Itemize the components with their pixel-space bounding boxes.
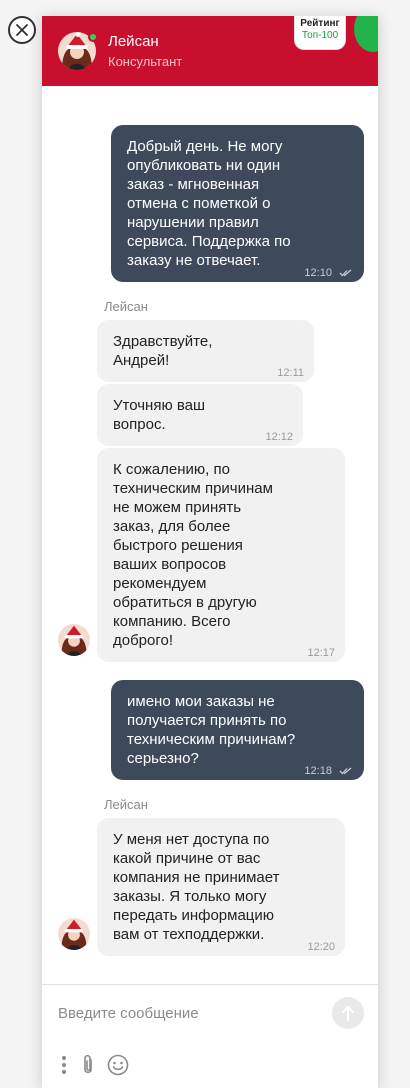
more-icon <box>62 1056 66 1074</box>
agent-message-avatar <box>58 624 90 656</box>
message-outgoing: Добрый день. Не могу опубликовать ни оди… <box>111 125 364 282</box>
message-text: К сожалению, по техническим причинам не … <box>113 461 273 649</box>
agent-info: Лейсан Консультант <box>108 32 182 71</box>
message-text: Добрый день. Не могу опубликовать ни оди… <box>127 138 291 269</box>
message-incoming: У меня нет доступа по какой причине от в… <box>97 818 345 956</box>
rating-title: Рейтинг <box>300 18 340 29</box>
close-icon <box>16 24 28 36</box>
message-text: Уточняю ваш вопрос. <box>113 397 206 433</box>
message-incoming: Здравствуйте, Андрей! 12:11 <box>97 320 314 382</box>
chat-widget: Лейсан Консультант Рейтинг Топ-100 Добры… <box>42 16 378 1088</box>
message-text: Здравствуйте, Андрей! <box>113 333 213 369</box>
attach-button[interactable] <box>78 1053 98 1077</box>
emoji-button[interactable] <box>106 1053 130 1077</box>
read-check-icon <box>339 269 352 277</box>
message-time: 12:12 <box>265 431 293 443</box>
message-time-text: 12:10 <box>304 267 332 279</box>
message-time: 12:18 <box>304 765 352 777</box>
agent-name: Лейсан <box>108 32 159 50</box>
message-outgoing: имено мои заказы не получается принять п… <box>111 680 364 780</box>
message-incoming: К сожалению, по техническим причинам не … <box>97 448 345 662</box>
sender-label: Лейсан <box>104 797 148 812</box>
message-time: 12:17 <box>307 647 335 659</box>
more-button[interactable] <box>58 1053 70 1077</box>
message-text: У меня нет доступа по какой причине от в… <box>113 831 280 943</box>
corner-decoration <box>354 16 378 52</box>
chat-page: Лейсан Консультант Рейтинг Топ-100 Добры… <box>0 0 410 1088</box>
message-time-text: 12:18 <box>304 765 332 777</box>
rating-badge: Рейтинг Топ-100 <box>294 16 346 50</box>
message-input[interactable] <box>58 999 318 1027</box>
chat-header: Лейсан Консультант Рейтинг Топ-100 <box>42 16 378 86</box>
send-icon <box>342 1005 354 1021</box>
message-text: имено мои заказы не получается принять п… <box>127 693 296 767</box>
message-list[interactable]: Добрый день. Не могу опубликовать ни оди… <box>42 86 378 984</box>
message-time: 12:10 <box>304 267 352 279</box>
emoji-icon <box>107 1054 129 1076</box>
message-time: 12:20 <box>307 941 335 953</box>
rating-value: Топ-100 <box>301 30 339 41</box>
sender-label: Лейсан <box>104 299 148 314</box>
online-status-dot <box>88 32 98 42</box>
attach-icon <box>84 1054 92 1074</box>
agent-message-avatar <box>58 918 90 950</box>
send-button[interactable] <box>332 997 364 1029</box>
message-incoming: Уточняю ваш вопрос. 12:12 <box>97 384 303 446</box>
close-button[interactable] <box>8 16 36 44</box>
read-check-icon <box>339 767 352 775</box>
message-time: 12:11 <box>277 367 304 379</box>
agent-role: Консультант <box>108 53 183 69</box>
message-composer <box>42 984 378 1088</box>
